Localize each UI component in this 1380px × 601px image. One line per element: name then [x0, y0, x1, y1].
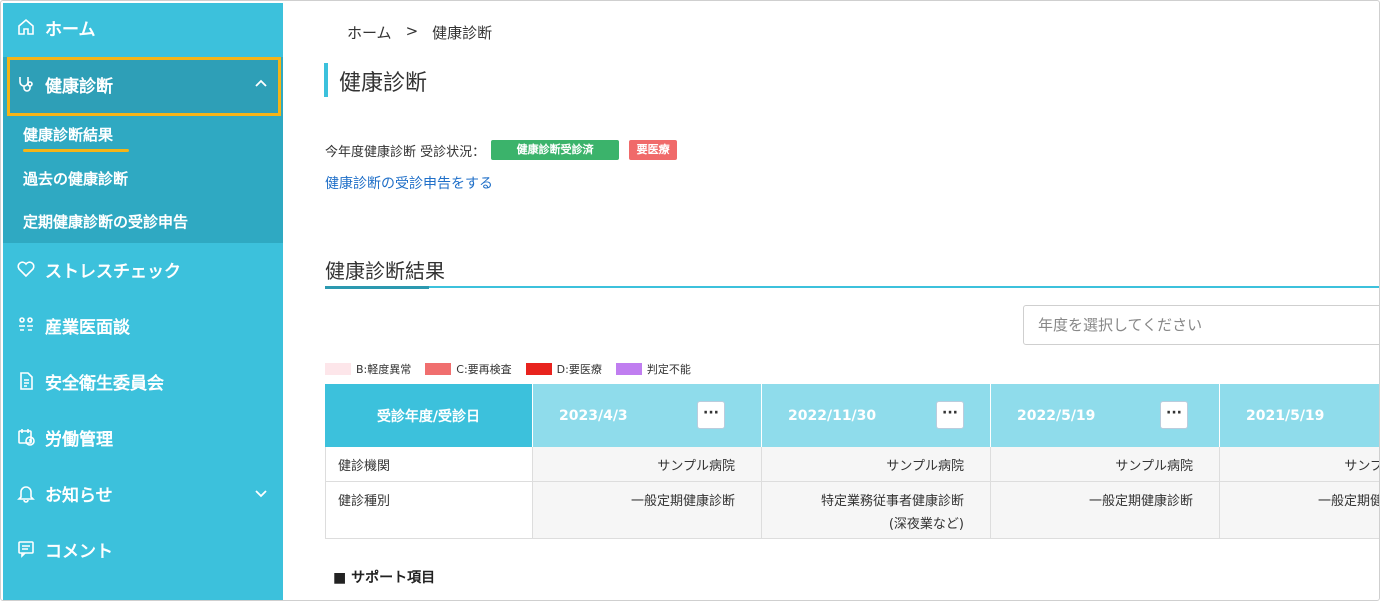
heart-icon — [15, 258, 37, 280]
table-row-label: 健診種別 — [325, 482, 533, 539]
legend-label-d: D:要医療 — [556, 363, 602, 376]
more-options-button[interactable]: ··· — [1160, 401, 1188, 429]
checkup-status-line: 今年度健康診断 受診状況： 健康診断受診済 要医療 — [325, 140, 678, 160]
status-label: 今年度健康診断 受診状況： — [325, 144, 486, 160]
table-cell: サンプル病院 — [1220, 447, 1379, 482]
sidebar-subitem-report[interactable]: 定期健康診断の受診申告 — [23, 211, 188, 232]
support-items-title: ■ サポート項目 — [333, 570, 436, 586]
sidebar-item-label: 産業医面談 — [45, 317, 130, 338]
calendar-clock-icon — [15, 426, 37, 448]
sidebar-item-label: お知らせ — [45, 485, 113, 506]
page-title-accent — [324, 63, 328, 97]
date-label: 2022/11/30 — [788, 407, 877, 424]
bell-icon — [15, 482, 37, 504]
sidebar-item-labor-management[interactable]: 労働管理 — [3, 413, 283, 461]
breadcrumb-home[interactable]: ホーム — [347, 22, 392, 43]
cell-line-sub: (深夜業など) — [888, 517, 964, 532]
table-header-date: 2021/5/19 — [1220, 384, 1379, 447]
sidebar-item-label: 労働管理 — [45, 429, 113, 450]
sidebar-item-notices[interactable]: お知らせ — [3, 469, 283, 517]
table-cell: サンプル病院 — [991, 447, 1220, 482]
people-icon — [15, 314, 37, 336]
sidebar-item-comments[interactable]: コメント — [3, 525, 283, 573]
legend-swatch-c — [425, 363, 452, 375]
sidebar-item-label: ストレスチェック — [45, 261, 181, 282]
sidebar-item-safety-committee[interactable]: 安全衛生委員会 — [3, 357, 283, 405]
medical-level-badge: 要医療 — [629, 140, 678, 160]
legend-swatch-b — [325, 363, 351, 375]
legend-label-undetermined: 判定不能 — [646, 363, 691, 376]
page-title: 健康診断 — [339, 71, 428, 96]
legend-label-b: B:軽度異常 — [356, 363, 412, 376]
breadcrumb-current: 健康診断 — [432, 24, 493, 42]
section-divider — [325, 286, 1379, 288]
main-content: ホーム > 健康診断 健康診断 今年度健康診断 受診状況： 健康診断受診済 要医… — [283, 1, 1379, 600]
date-label: 2023/4/3 — [559, 407, 628, 424]
results-section-title: 健康診断結果 — [325, 259, 445, 283]
section-divider-accent — [325, 286, 429, 289]
cell-line: 特定業務従事者健康診断 — [820, 494, 964, 509]
legend-label-c: C:要再検査 — [456, 363, 512, 376]
breadcrumb-separator: > — [405, 22, 419, 40]
sidebar-item-label: コメント — [45, 541, 113, 562]
table-cell: 一般定期健康診断 — [991, 482, 1220, 539]
legend-swatch-undetermined — [615, 363, 642, 375]
year-select[interactable]: 年度を選択してください — [1023, 305, 1379, 345]
date-label: 2022/5/19 — [1017, 407, 1096, 424]
home-icon — [15, 16, 37, 38]
sidebar-item-label: ホーム — [45, 19, 96, 40]
stethoscope-icon — [15, 73, 37, 95]
table-header-date: 2023/4/3 — [533, 384, 762, 447]
table-cell: サンプル病院 — [762, 447, 991, 482]
chevron-up-icon[interactable] — [253, 76, 269, 92]
more-options-button[interactable]: ··· — [697, 401, 725, 429]
comment-icon — [15, 538, 37, 560]
document-icon — [15, 370, 37, 392]
table-cell: 特定業務従事者健康診断 (深夜業など) — [762, 482, 991, 539]
legend-swatch-d — [525, 363, 552, 375]
app-frame: ホーム 健康診断 健康診断結果 過去の健康診断 定期健康診断の受診申告 ストレス… — [0, 0, 1380, 601]
sidebar-item-stress-check[interactable]: ストレスチェック — [3, 245, 283, 293]
judgement-legend: B:軽度異常 C:要再検査 D:要医療 判定不能 — [325, 361, 705, 377]
status-badge: 健康診断受診済 — [491, 140, 620, 160]
chevron-down-icon[interactable] — [253, 485, 269, 501]
table-header-first: 受診年度/受診日 — [325, 384, 533, 447]
breadcrumb: ホーム > 健康診断 — [347, 22, 492, 43]
sidebar: ホーム 健康診断 健康診断結果 過去の健康診断 定期健康診断の受診申告 ストレス… — [3, 3, 283, 600]
more-options-button[interactable]: ··· — [936, 401, 964, 429]
table-cell: 一般定期健康診断 — [533, 482, 762, 539]
sidebar-subitem-past-checkups[interactable]: 過去の健康診断 — [23, 168, 128, 189]
sidebar-item-label: 健康診断 — [45, 76, 113, 97]
table-cell: 一般定期健康診断 — [1220, 482, 1379, 539]
sidebar-item-home[interactable]: ホーム — [3, 3, 283, 51]
table-cell: サンプル病院 — [533, 447, 762, 482]
sidebar-item-label: 安全衛生委員会 — [45, 373, 164, 394]
date-label: 2021/5/19 — [1246, 407, 1325, 424]
sidebar-item-health-checkup[interactable]: 健康診断 — [3, 60, 283, 108]
table-row-label: 健診機関 — [325, 447, 533, 482]
sidebar-subitem-results[interactable]: 健康診断結果 — [23, 124, 113, 145]
active-subitem-underline — [23, 149, 129, 152]
sidebar-item-occupational-physician[interactable]: 産業医面談 — [3, 301, 283, 349]
report-checkup-link[interactable]: 健康診断の受診申告をする — [325, 173, 493, 193]
